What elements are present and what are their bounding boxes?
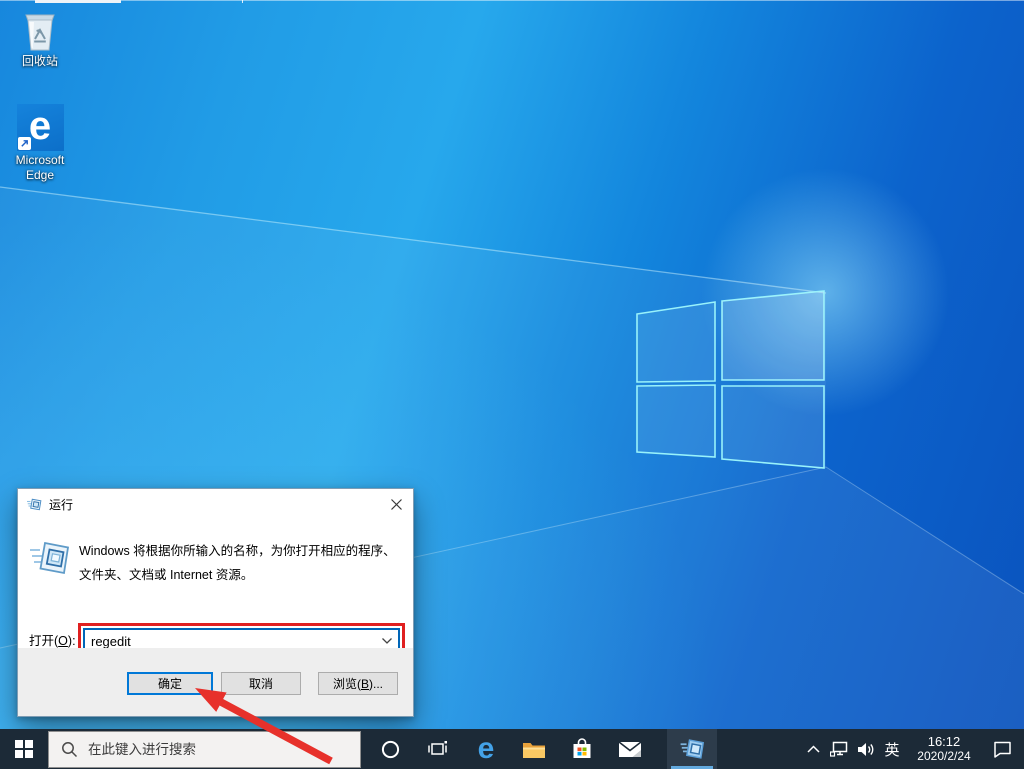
start-button[interactable]	[0, 729, 48, 769]
speaker-icon	[857, 742, 875, 757]
clock[interactable]: 16:12 2020/2/24	[908, 734, 980, 764]
file-explorer-button[interactable]	[510, 729, 558, 769]
microsoft-store-icon	[571, 738, 593, 760]
cancel-button[interactable]: 取消	[221, 672, 301, 695]
run-app-taskbar-button[interactable]	[667, 729, 717, 769]
search-input[interactable]	[78, 741, 360, 758]
clock-time: 16:12	[908, 734, 980, 749]
network-icon	[830, 741, 849, 757]
mail-icon	[618, 741, 642, 758]
action-center-icon	[993, 741, 1012, 758]
edge-icon: e	[478, 734, 495, 764]
file-explorer-icon	[522, 740, 546, 759]
description-line-2: 文件夹、文档或 Internet 资源。	[79, 563, 396, 587]
run-dialog-title: 运行	[49, 496, 73, 513]
run-program-icon	[29, 540, 71, 576]
description-line-1: Windows 将根据你所输入的名称，为你打开相应的程序、	[79, 539, 396, 563]
run-dialog: 运行 Windows 将根据你所输入的名称，为你打开相应的程序、 文件夹、文档或…	[17, 488, 414, 717]
edge-logo-icon: e	[29, 106, 51, 146]
run-dialog-titlebar[interactable]: 运行	[18, 489, 413, 519]
desktop-screen: 回收站 e Microsoft Edge 运行	[0, 0, 1024, 769]
cortana-button[interactable]	[366, 729, 414, 769]
taskbar-search[interactable]	[48, 731, 361, 768]
chevron-up-icon	[807, 745, 820, 753]
open-input[interactable]	[85, 634, 376, 649]
run-dialog-footer: 确定 取消 浏览(B)...	[18, 648, 413, 716]
close-icon[interactable]	[379, 489, 413, 519]
mail-button[interactable]	[606, 729, 654, 769]
desktop-icon-label: Microsoft Edge	[8, 153, 72, 183]
desktop-icon-label: 回收站	[22, 54, 58, 69]
desktop-icon-recycle-bin[interactable]: 回收站	[8, 8, 72, 69]
run-dialog-title-icon	[27, 498, 42, 511]
top-window-sliver-segment	[35, 0, 121, 3]
search-icon	[61, 741, 78, 758]
chevron-down-icon[interactable]	[376, 638, 398, 644]
action-center-button[interactable]	[980, 729, 1024, 769]
ime-indicator[interactable]: 英	[880, 729, 904, 769]
windows-logo-icon	[15, 740, 33, 758]
taskbar: e	[0, 729, 1024, 769]
volume-tray-button[interactable]	[852, 729, 880, 769]
desktop-icon-microsoft-edge[interactable]: e Microsoft Edge	[8, 104, 72, 183]
run-dialog-body: Windows 将根据你所输入的名称，为你打开相应的程序、 文件夹、文档或 In…	[18, 519, 413, 648]
top-window-sliver-divider	[242, 0, 243, 3]
tray-chevron-button[interactable]	[800, 729, 826, 769]
run-dialog-description: Windows 将根据你所输入的名称，为你打开相应的程序、 文件夹、文档或 In…	[79, 539, 396, 587]
edge-tile: e	[17, 104, 64, 151]
shortcut-arrow-icon	[18, 137, 31, 150]
edge-taskbar-button[interactable]: e	[462, 729, 510, 769]
top-window-sliver	[0, 0, 1024, 1]
task-view-icon	[428, 741, 448, 757]
cortana-icon	[381, 740, 400, 759]
run-app-icon	[680, 738, 705, 760]
browse-button[interactable]: 浏览(B)...	[318, 672, 398, 695]
network-tray-button[interactable]	[826, 729, 852, 769]
microsoft-store-button[interactable]	[558, 729, 606, 769]
clock-date: 2020/2/24	[908, 749, 980, 764]
ok-button[interactable]: 确定	[127, 672, 213, 695]
task-view-button[interactable]	[414, 729, 462, 769]
recycle-bin-icon	[20, 8, 60, 52]
